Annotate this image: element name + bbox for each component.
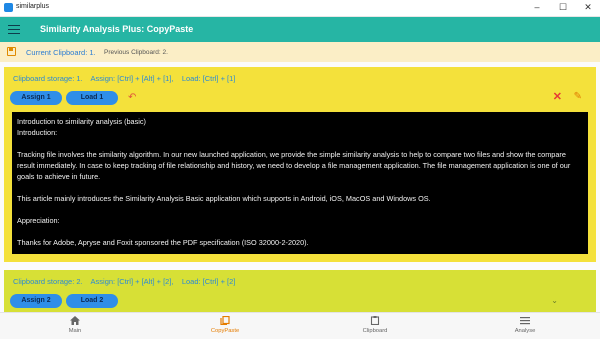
hamburger-menu-icon[interactable] (8, 22, 20, 36)
storage-info-label: Clipboard storage: 1. Assign: [Ctrl] + [… (13, 74, 236, 83)
menu-lines-icon (520, 317, 530, 325)
previous-clipboard-label: Previous Clipboard: 2. (104, 49, 168, 56)
window-title: similarplus (16, 3, 50, 10)
close-window-icon[interactable]: ✕ (577, 0, 599, 16)
nav-item-analyse[interactable]: Analyse (450, 313, 600, 339)
nav-label: Clipboard (362, 328, 388, 334)
storage-info-label: Clipboard storage: 2. Assign: [Ctrl] + [… (13, 277, 236, 286)
nav-item-copypaste[interactable]: CopyPaste (150, 313, 300, 339)
clipboard-content-textbox[interactable]: Introduction to similarity analysis (bas… (12, 112, 588, 254)
clipboard-card-1: Clipboard storage: 1. Assign: [Ctrl] + [… (4, 67, 596, 262)
nav-label: CopyPaste (210, 328, 240, 334)
clipboard-card-2: Clipboard storage: 2. Assign: [Ctrl] + [… (4, 270, 596, 314)
content-line: Appreciation: (17, 216, 60, 225)
assign-button[interactable]: Assign 1 (10, 91, 62, 105)
current-clipboard-label: Current Clipboard: 1. (26, 48, 96, 57)
clear-icon[interactable]: ✕ (553, 91, 562, 103)
app-title: Similarity Analysis Plus: CopyPaste (40, 24, 194, 34)
edit-icon[interactable]: ✎ (574, 91, 582, 103)
content-paragraph: This article mainly introduces the Simil… (17, 194, 431, 203)
expand-icon[interactable]: ⌄ (551, 296, 558, 305)
nav-label: Main (68, 328, 82, 334)
content-line: Introduction: (17, 128, 58, 137)
content-paragraph: Tracking file involves the similarity al… (17, 150, 571, 181)
save-icon[interactable] (7, 47, 16, 56)
home-icon (70, 316, 80, 325)
clipboard-icon (370, 316, 380, 325)
load-button[interactable]: Load 2 (66, 294, 118, 308)
nav-item-clipboard[interactable]: Clipboard (300, 313, 450, 339)
assign-button[interactable]: Assign 2 (10, 294, 62, 308)
app-icon (4, 3, 13, 12)
bottom-navigation: Main CopyPaste Clipboard Analyse (0, 312, 600, 339)
undo-icon[interactable]: ↶ (128, 93, 136, 103)
minimize-icon[interactable]: – (526, 0, 548, 16)
clipboard-status-bar: Current Clipboard: 1. Previous Clipboard… (0, 42, 600, 62)
window-titlebar: similarplus – ☐ ✕ (0, 0, 600, 17)
copy-icon (220, 316, 230, 325)
maximize-icon[interactable]: ☐ (552, 0, 574, 16)
nav-item-main[interactable]: Main (0, 313, 150, 339)
nav-label: Analyse (514, 328, 536, 334)
content-paragraph: Thanks for Adobe, Apryse and Foxit spons… (17, 238, 309, 247)
content-line: Introduction to similarity analysis (bas… (17, 117, 146, 126)
app-bar: Similarity Analysis Plus: CopyPaste (0, 17, 600, 42)
load-button[interactable]: Load 1 (66, 91, 118, 105)
